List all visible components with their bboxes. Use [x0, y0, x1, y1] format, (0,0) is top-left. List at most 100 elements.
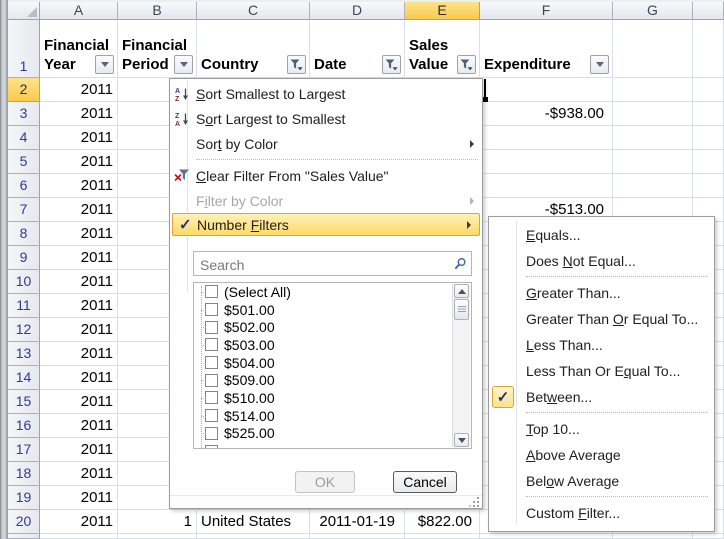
cell-A6[interactable]: 2011 — [40, 174, 118, 198]
filter-button-sales-value[interactable] — [457, 55, 476, 74]
select-all-corner[interactable] — [8, 2, 40, 20]
cell-G3[interactable] — [613, 102, 693, 126]
cell-A15[interactable]: 2011 — [40, 390, 118, 414]
cell-H21[interactable] — [693, 534, 724, 539]
cell-B21[interactable] — [118, 534, 197, 539]
cell-F6[interactable] — [480, 174, 613, 198]
checkbox-unchecked[interactable] — [205, 427, 218, 440]
row-header-10[interactable]: 10 — [8, 270, 40, 294]
filter-button-financial-period[interactable] — [174, 55, 193, 74]
column-header-C[interactable]: C — [197, 2, 310, 20]
cell-C21[interactable] — [197, 534, 310, 539]
row-header-18[interactable]: 18 — [8, 462, 40, 486]
search-icon[interactable] — [453, 257, 467, 274]
cell-F2[interactable] — [480, 78, 613, 102]
filter-button-date[interactable] — [382, 55, 401, 74]
submenu-item-top-10[interactable]: Top 10... — [489, 416, 714, 442]
row-header-17[interactable]: 17 — [8, 438, 40, 462]
resize-strip[interactable] — [170, 495, 482, 508]
scroll-down-button[interactable] — [454, 433, 469, 447]
checkbox-unchecked[interactable] — [205, 356, 218, 369]
cell-H6[interactable] — [693, 174, 724, 198]
row-header-4[interactable]: 4 — [8, 126, 40, 150]
field-header-expenditure[interactable]: Expenditure — [480, 20, 613, 78]
cell-G5[interactable] — [613, 150, 693, 174]
row-header-20[interactable]: 20 — [8, 510, 40, 534]
cell-A10[interactable]: 2011 — [40, 270, 118, 294]
menu-item-filter-by-color[interactable]: Filter by Color — [170, 188, 482, 213]
row-header-7[interactable]: 7 — [8, 198, 40, 222]
checkbox-unchecked[interactable] — [205, 409, 218, 422]
row-header-2[interactable]: 2 — [8, 78, 40, 102]
column-header-G[interactable]: G — [613, 2, 693, 20]
column-header-B[interactable]: B — [118, 2, 197, 20]
field-header-empty-g[interactable] — [613, 20, 693, 78]
cell-G2[interactable] — [613, 78, 693, 102]
field-header-sales-value[interactable]: Sales Value — [405, 20, 480, 78]
column-header-F[interactable]: F — [480, 2, 613, 20]
column-header-A[interactable]: A — [40, 2, 118, 20]
cell-A12[interactable]: 2011 — [40, 318, 118, 342]
cell-A2[interactable]: 2011 — [40, 78, 118, 102]
cell-A19[interactable]: 2011 — [40, 486, 118, 510]
cell-F21[interactable] — [480, 534, 613, 539]
column-header-partial[interactable] — [693, 2, 724, 20]
value-item-partial[interactable] — [194, 442, 471, 449]
cell-B20[interactable]: 1 — [118, 510, 197, 534]
value-item-select-all[interactable]: (Select All) — [194, 283, 471, 301]
cell-A13[interactable]: 2011 — [40, 342, 118, 366]
filter-button-country[interactable] — [287, 55, 306, 74]
cell-A3[interactable]: 2011 — [40, 102, 118, 126]
field-header-country[interactable]: Country — [197, 20, 310, 78]
column-header-E[interactable]: E — [405, 2, 480, 20]
cell-F4[interactable] — [480, 126, 613, 150]
scroll-up-button[interactable] — [454, 284, 469, 298]
submenu-item-custom-filter[interactable]: Custom Filter... — [489, 500, 714, 526]
filter-button-expenditure[interactable] — [590, 55, 609, 74]
cell-A9[interactable]: 2011 — [40, 246, 118, 270]
cell-A4[interactable]: 2011 — [40, 126, 118, 150]
field-header-empty-h[interactable] — [693, 20, 724, 78]
checkbox-unchecked[interactable] — [205, 338, 218, 351]
submenu-item-greater-than[interactable]: Greater Than... — [489, 280, 714, 306]
list-scrollbar[interactable] — [452, 284, 470, 447]
value-item[interactable]: $501.00 — [194, 301, 471, 319]
row-header-9[interactable]: 9 — [8, 246, 40, 270]
row-header-19[interactable]: 19 — [8, 486, 40, 510]
cell-G6[interactable] — [613, 174, 693, 198]
menu-item-sort-smallest-to-largest[interactable]: AZ Sort Smallest to Largest — [170, 81, 482, 106]
cell-A14[interactable]: 2011 — [40, 366, 118, 390]
cell-A16[interactable]: 2011 — [40, 414, 118, 438]
selection-fill-handle[interactable] — [483, 97, 488, 102]
cell-E20[interactable]: $822.00 — [405, 510, 480, 534]
row-header-6[interactable]: 6 — [8, 174, 40, 198]
row-header-13[interactable]: 13 — [8, 342, 40, 366]
row-header-5[interactable]: 5 — [8, 150, 40, 174]
row-header-11[interactable]: 11 — [8, 294, 40, 318]
value-item[interactable]: $502.00 — [194, 318, 471, 336]
checkbox-unchecked[interactable] — [205, 391, 218, 404]
value-item[interactable]: $510.00 — [194, 389, 471, 407]
field-header-financial-period[interactable]: Financial Period — [118, 20, 197, 78]
cancel-button[interactable]: Cancel — [393, 471, 457, 493]
row-header-12[interactable]: 12 — [8, 318, 40, 342]
value-item[interactable]: $503.00 — [194, 336, 471, 354]
cell-F5[interactable] — [480, 150, 613, 174]
checkbox-unchecked[interactable] — [205, 321, 218, 334]
scrollbar-thumb[interactable] — [454, 299, 469, 320]
cell-A17[interactable]: 2011 — [40, 438, 118, 462]
row-header-21[interactable] — [8, 534, 40, 539]
submenu-item-between[interactable]: ✓ Between... — [489, 384, 714, 410]
value-item[interactable]: $525.00 — [194, 425, 471, 443]
menu-item-number-filters[interactable]: ✓ Number Filters — [172, 213, 480, 236]
row-header-14[interactable]: 14 — [8, 366, 40, 390]
cell-A11[interactable]: 2011 — [40, 294, 118, 318]
cell-G4[interactable] — [613, 126, 693, 150]
submenu-item-less-than-or-equal-to[interactable]: Less Than Or Equal To... — [489, 358, 714, 384]
submenu-item-does-not-equal[interactable]: Does Not Equal... — [489, 248, 714, 274]
cell-E21[interactable] — [405, 534, 480, 539]
row-header-1[interactable]: 1 — [8, 20, 40, 78]
cell-D20[interactable]: 2011-01-19 — [310, 510, 405, 534]
checkbox-unchecked[interactable] — [205, 374, 218, 387]
cell-G21[interactable] — [613, 534, 693, 539]
